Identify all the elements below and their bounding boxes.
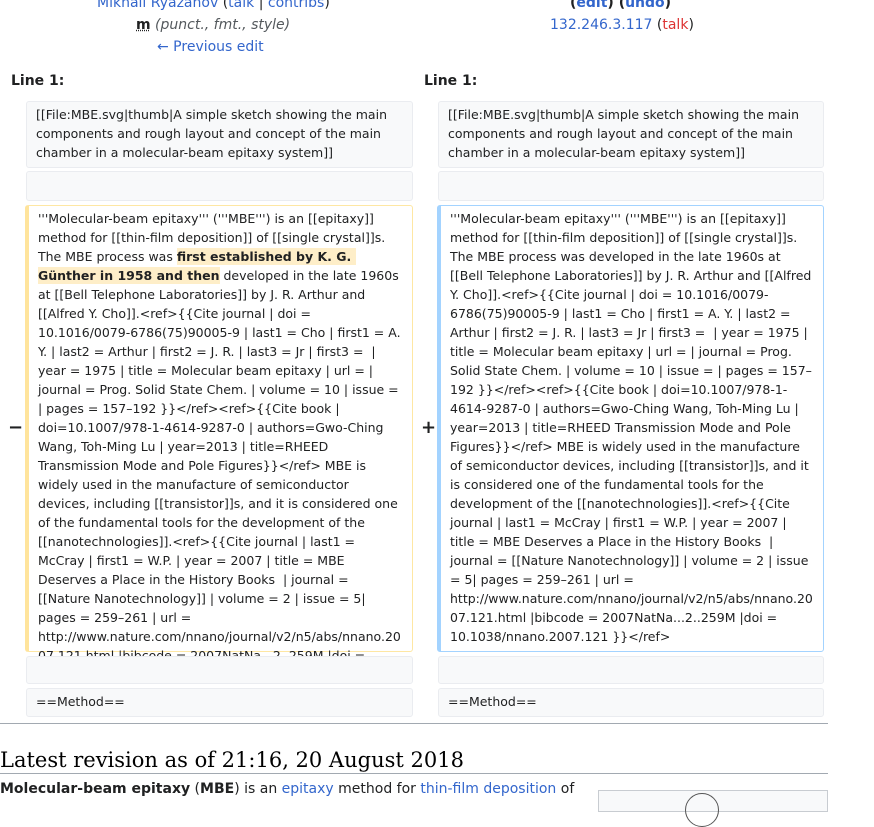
- empty-context-right: [438, 171, 824, 201]
- article-title-bold: Molecular-beam epitaxy: [0, 781, 191, 797]
- epitaxy-link[interactable]: epitaxy: [282, 781, 334, 797]
- method-context-right: ==Method==: [438, 688, 824, 717]
- added-marker: +: [421, 417, 437, 438]
- context-cell-left: [[File:MBE.svg|thumb|A simple sketch sho…: [26, 101, 413, 168]
- thin-film-deposition-link[interactable]: thin-film deposition: [420, 781, 556, 797]
- minor-edit-flag: m: [136, 17, 151, 33]
- deleted-marker: −: [8, 417, 24, 438]
- empty-context-left-2: [26, 656, 413, 684]
- author-link[interactable]: Mikhail Ryazanov: [97, 0, 218, 11]
- mbe-diagram-icon: [685, 793, 719, 827]
- previous-edit-link[interactable]: ← Previous edit: [157, 39, 264, 55]
- edit-link[interactable]: edit: [576, 0, 607, 11]
- latest-revision-heading: Latest revision as of 21:16, 20 August 2…: [0, 748, 464, 772]
- deleted-line: '''Molecular-beam epitaxy''' ('''MBE''')…: [25, 205, 413, 682]
- previous-edit-link-wrap: ← Previous edit: [157, 39, 264, 55]
- method-context-left: ==Method==: [26, 688, 413, 717]
- heading-underline: [0, 773, 828, 774]
- ip-talk-link[interactable]: talk: [662, 17, 688, 33]
- right-revision-author: 132.246.3.117 (talk): [550, 17, 694, 33]
- author-contribs-link[interactable]: contribs: [268, 0, 324, 11]
- right-line-number: Line 1:: [424, 73, 478, 89]
- empty-context-right-2: [438, 656, 824, 684]
- article-first-line: Molecular-beam epitaxy (MBE) is an epita…: [0, 781, 575, 797]
- thumbnail-image[interactable]: [598, 790, 828, 827]
- empty-context-left: [26, 171, 413, 201]
- right-revision-actions: (edit) (undo): [570, 0, 671, 11]
- undo-link[interactable]: undo: [625, 0, 665, 11]
- edit-summary-text: (punct., fmt., style): [155, 17, 291, 33]
- author-talk-link[interactable]: talk: [228, 0, 254, 11]
- context-cell-right: [[File:MBE.svg|thumb|A simple sketch sho…: [438, 101, 824, 168]
- article-abbr: MBE: [200, 781, 235, 797]
- deleted-text-after: developed in the late 1960s at [[Bell Te…: [38, 268, 401, 682]
- left-line-number: Line 1:: [11, 73, 65, 89]
- edit-summary: m (punct., fmt., style): [136, 17, 290, 33]
- added-line: '''Molecular-beam epitaxy''' ('''MBE''')…: [437, 205, 824, 652]
- ip-user-link[interactable]: 132.246.3.117: [550, 17, 652, 33]
- left-revision-author: Mikhail Ryazanov (talk | contribs): [97, 0, 330, 11]
- divider: [0, 723, 828, 724]
